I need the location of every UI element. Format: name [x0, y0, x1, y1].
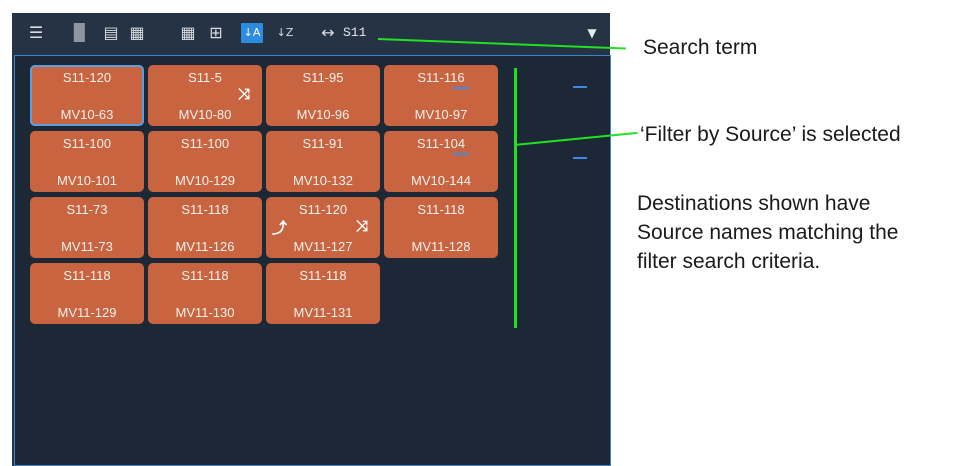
destination-tile[interactable]: S11-118 MV11-130 [148, 263, 262, 324]
destination-tile[interactable]: S11-120 MV10-63 [30, 65, 144, 126]
tile-source-label: S11-95 [302, 70, 344, 85]
tile-destination-label: MV10-132 [293, 173, 353, 188]
tile-destination-label: MV10-144 [411, 173, 471, 188]
tile-source-label: S11-104 [416, 136, 466, 151]
large-tiles-icon[interactable]: ▦ [178, 23, 198, 43]
list-view-icon[interactable]: ☰ [26, 23, 46, 43]
destinations-panel: ☰ ▉ ▤ ▦ ▦ ⊞ ↓A ↓Z ↔ S11 ▼ S11-120 MV10-63… [12, 13, 611, 466]
tile-source-label: S11-73 [66, 202, 108, 217]
tile-source-label: S11-91 [302, 136, 344, 151]
tile-marker [453, 153, 469, 155]
filter-icon[interactable]: ▼ [585, 24, 599, 42]
tie-line-icon: ⤴ [272, 219, 288, 237]
tile-destination-label: MV11-131 [293, 305, 353, 320]
destination-tile[interactable]: S11-118 MV11-128 [384, 197, 498, 258]
destination-tile[interactable]: S11-5 MV10-80 ⤨ [148, 65, 262, 126]
tile-destination-label: MV11-128 [411, 239, 471, 254]
tile-marker [453, 87, 469, 89]
destinations-callout-line-1: Destinations shown have [637, 192, 871, 215]
destination-tile[interactable]: S11-100 MV10-129 [148, 131, 262, 192]
clipboard-icon[interactable]: ▤ [101, 23, 121, 43]
tile-destination-label: MV11-129 [57, 305, 117, 320]
destination-tile[interactable]: S11-104 MV10-144 [384, 131, 498, 192]
tile-destination-label: MV11-127 [293, 239, 353, 254]
tile-source-label: S11-100 [180, 136, 230, 151]
search-term-callout: Search term [643, 36, 758, 59]
lock-page-icon[interactable]: ▦ [127, 23, 147, 43]
small-tiles-icon[interactable]: ⊞ [206, 23, 226, 43]
tile-source-label: S11-120 [298, 202, 348, 217]
route-icon: ⤨ [356, 217, 369, 235]
destination-tile[interactable]: S11-118 MV11-131 [266, 263, 380, 324]
tile-destination-label: MV11-130 [175, 305, 235, 320]
destination-tile[interactable]: S11-118 MV11-129 [30, 263, 144, 324]
destination-tile[interactable]: S11-95 MV10-96 [266, 65, 380, 126]
tile-source-label: S11-118 [417, 202, 465, 217]
tile-destination-label: MV10-96 [296, 107, 350, 122]
tile-destination-label: MV10-63 [60, 107, 114, 122]
grid-bracket-line [514, 68, 517, 328]
search-term[interactable]: S11 [343, 24, 366, 42]
tile-source-label: S11-118 [181, 202, 229, 217]
destination-tile[interactable]: S11-73 MV11-73 [30, 197, 144, 258]
tile-source-label: S11-120 [62, 70, 112, 85]
tile-source-label: S11-100 [62, 136, 112, 151]
tile-destination-label: MV10-97 [414, 107, 468, 122]
destination-tile[interactable]: S11-120 MV11-127 ⤨ ⤴ [266, 197, 380, 258]
tile-source-label: S11-116 [417, 70, 465, 85]
tile-source-label: S11-118 [299, 268, 347, 283]
tile-destination-label: MV11-73 [61, 239, 113, 254]
scroll-marker [573, 157, 587, 159]
tile-destination-label: MV10-101 [57, 173, 117, 188]
filter-callout: ‘Filter by Source’ is selected [640, 123, 901, 146]
toolbar: ☰ ▉ ▤ ▦ ▦ ⊞ ↓A ↓Z ↔ S11 ▼ [12, 13, 610, 53]
tile-source-label: S11-118 [181, 268, 229, 283]
scroll-marker [573, 86, 587, 88]
destination-tile[interactable]: S11-100 MV10-101 [30, 131, 144, 192]
width-icon[interactable]: ↔ [318, 23, 338, 43]
destinations-callout-line-2: Source names matching the [637, 221, 899, 244]
destination-tile[interactable]: S11-118 MV11-126 [148, 197, 262, 258]
destinations-callout-line-3: filter search criteria. [637, 250, 821, 273]
tile-destination-label: MV11-126 [175, 239, 235, 254]
tile-source-label: S11-118 [63, 268, 111, 283]
destination-tile[interactable]: S11-116 MV10-97 [384, 65, 498, 126]
destination-tile[interactable]: S11-91 MV10-132 [266, 131, 380, 192]
route-icon: ⤨ [238, 85, 251, 103]
sort-a-z-icon[interactable]: ↓A [241, 23, 263, 43]
tile-destination-label: MV10-80 [178, 107, 232, 122]
page-icon[interactable]: ▉ [70, 23, 90, 43]
tile-source-label: S11-5 [188, 70, 222, 85]
tile-destination-label: MV10-129 [175, 173, 235, 188]
sort-z-a-icon[interactable]: ↓Z [274, 23, 296, 43]
